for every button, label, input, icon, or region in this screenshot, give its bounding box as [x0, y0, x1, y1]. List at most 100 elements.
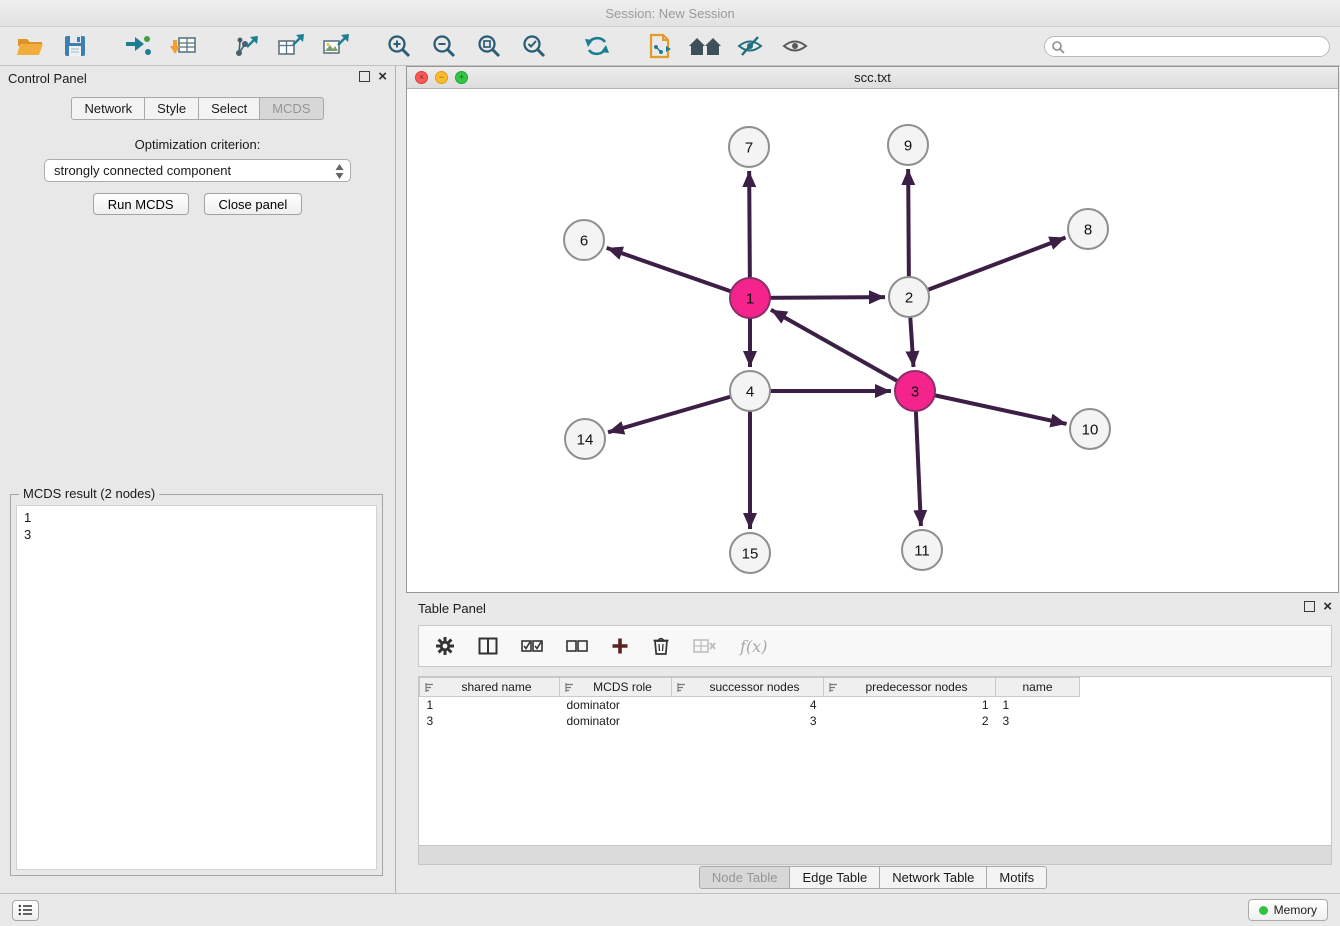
mcds-result-line: 1: [24, 509, 369, 526]
graph-edge-1-6[interactable]: [607, 248, 750, 298]
tab-network-table[interactable]: Network Table: [879, 866, 987, 889]
graph-node-label: 8: [1084, 221, 1092, 238]
show-columns-button[interactable]: [478, 637, 498, 655]
zoom-out-button[interactable]: [424, 30, 464, 63]
graph-node-10[interactable]: 10: [1070, 409, 1110, 449]
import-table-button[interactable]: [163, 30, 203, 63]
tab-edge-table[interactable]: Edge Table: [789, 866, 880, 889]
graph-node-2[interactable]: 2: [889, 277, 929, 317]
graph-node-7[interactable]: 7: [729, 127, 769, 167]
search-field[interactable]: [1044, 36, 1330, 57]
application-window: Session: New Session: [0, 0, 1340, 926]
function-builder-button[interactable]: f(x): [740, 637, 767, 656]
window-title: Session: New Session: [605, 6, 734, 21]
table-panel-title: Table Panel: [414, 601, 486, 616]
graph-node-3[interactable]: 3: [895, 371, 935, 411]
table-row[interactable]: 1dominator411: [420, 697, 1332, 713]
show-graphics-details-button[interactable]: [775, 30, 815, 63]
column-header-predecessor-nodes[interactable]: predecessor nodes: [824, 678, 996, 697]
sort-icon: [828, 682, 839, 693]
memory-button[interactable]: Memory: [1248, 899, 1328, 921]
table-cell: 3: [996, 713, 1080, 729]
table-header-row: shared name MCDS role successor nodes pr…: [420, 678, 1332, 697]
graph-node-1[interactable]: 1: [730, 278, 770, 318]
tab-network[interactable]: Network: [71, 97, 145, 120]
float-panel-icon[interactable]: [359, 71, 370, 82]
task-history-button[interactable]: [12, 900, 39, 921]
sort-icon: [676, 682, 687, 693]
tab-node-table[interactable]: Node Table: [699, 866, 791, 889]
export-image-icon: [322, 33, 350, 59]
column-header-name[interactable]: name: [996, 678, 1080, 697]
maximize-window-button[interactable]: +: [455, 71, 468, 84]
export-network-button[interactable]: [226, 30, 266, 63]
graph-edge-3-1[interactable]: [771, 310, 915, 391]
tab-select[interactable]: Select: [198, 97, 260, 120]
export-image-button[interactable]: [316, 30, 356, 63]
network-canvas[interactable]: 7 9 6 8 1 2 4 3 14 10 15 11: [407, 89, 1338, 592]
table-cell: dominator: [560, 697, 672, 713]
home-button[interactable]: [685, 30, 725, 63]
table-settings-button[interactable]: [435, 636, 455, 656]
graph-node-label: 2: [905, 289, 913, 306]
mcds-result-list[interactable]: 1 3: [16, 505, 377, 870]
graph-node-8[interactable]: 8: [1068, 209, 1108, 249]
sort-icon: [564, 682, 575, 693]
column-header-mcds-role[interactable]: MCDS role: [560, 678, 672, 697]
table-cell: 3: [672, 713, 824, 729]
graph-edge-4-14[interactable]: [608, 391, 750, 432]
deselect-all-button[interactable]: [566, 639, 588, 653]
tab-motifs[interactable]: Motifs: [986, 866, 1047, 889]
criterion-dropdown[interactable]: strongly connected component: [44, 159, 351, 182]
table-row[interactable]: 3dominator323: [420, 713, 1332, 729]
minimize-window-button[interactable]: −: [435, 71, 448, 84]
select-all-button[interactable]: [521, 639, 543, 653]
plus-icon: [611, 637, 629, 655]
export-network-icon: [232, 33, 260, 59]
column-header-shared-name[interactable]: shared name: [420, 678, 560, 697]
run-mcds-button[interactable]: Run MCDS: [93, 193, 189, 215]
column-header-successor-nodes[interactable]: successor nodes: [672, 678, 824, 697]
hide-graphics-details-button[interactable]: [730, 30, 770, 63]
network-graph[interactable]: 7 9 6 8 1 2 4 3 14 10 15 11: [407, 89, 1338, 592]
close-table-panel-icon[interactable]: ×: [1323, 601, 1332, 612]
tab-style[interactable]: Style: [144, 97, 199, 120]
delete-row-button[interactable]: [652, 636, 670, 656]
graph-node-9[interactable]: 9: [888, 125, 928, 165]
export-document-button[interactable]: [640, 30, 680, 63]
graph-edge-2-8[interactable]: [909, 238, 1066, 297]
apply-layout-button[interactable]: [577, 30, 617, 63]
close-window-button[interactable]: ×: [415, 71, 428, 84]
zoom-fit-button[interactable]: [469, 30, 509, 63]
add-row-button[interactable]: [611, 637, 629, 655]
vertical-splitter[interactable]: [396, 66, 406, 893]
delete-column-button[interactable]: [693, 638, 717, 654]
unchecked-boxes-icon: [566, 639, 588, 653]
zoom-selected-button[interactable]: [514, 30, 554, 63]
close-panel-icon[interactable]: ×: [378, 71, 387, 82]
home-icon: [688, 33, 722, 59]
tab-mcds[interactable]: MCDS: [259, 97, 323, 120]
graph-node-15[interactable]: 15: [730, 533, 770, 573]
trash-icon: [652, 636, 670, 656]
float-table-panel-icon[interactable]: [1304, 601, 1315, 612]
search-input[interactable]: [1045, 37, 1329, 56]
graph-node-14[interactable]: 14: [565, 419, 605, 459]
close-panel-button[interactable]: Close panel: [204, 193, 303, 215]
graph-node-label: 4: [746, 383, 754, 400]
eye-icon: [781, 33, 809, 59]
graph-node-4[interactable]: 4: [730, 371, 770, 411]
graph-edge-3-10[interactable]: [915, 391, 1067, 424]
table-horizontal-scrollbar[interactable]: [418, 845, 1332, 865]
open-session-button[interactable]: [10, 30, 50, 63]
graph-node-label: 14: [577, 431, 594, 448]
graph-node-6[interactable]: 6: [564, 220, 604, 260]
document-network-icon: [646, 32, 674, 60]
export-table-button[interactable]: [271, 30, 311, 63]
save-session-button[interactable]: [55, 30, 95, 63]
table-cell: 4: [672, 697, 824, 713]
graph-node-11[interactable]: 11: [902, 530, 942, 570]
zoom-in-button[interactable]: [379, 30, 419, 63]
toolbar-separator: [208, 46, 221, 47]
import-network-button[interactable]: [118, 30, 158, 63]
